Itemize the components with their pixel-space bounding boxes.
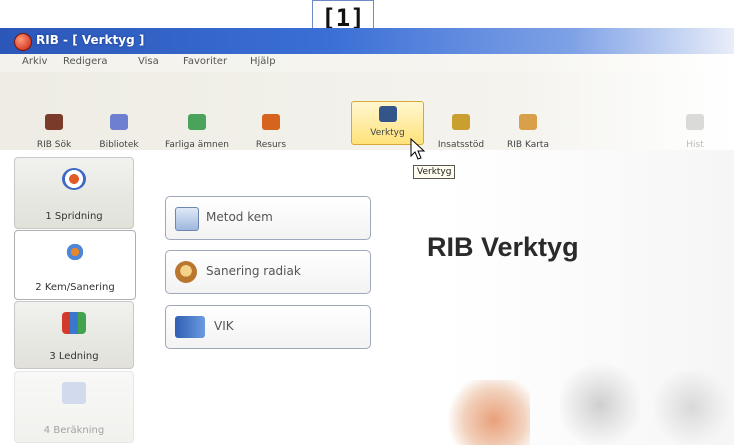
toolbar-insatsstod-button[interactable]: Insatsstöd (430, 80, 492, 150)
toolbar-resurs-button[interactable]: Resurs (246, 80, 296, 150)
decorative-illustration (560, 360, 640, 445)
book-library-icon (110, 114, 128, 130)
sidebar-tab-label: 4 Beräkning (43, 425, 105, 436)
toolbar-button-label: Insatsstöd (437, 140, 485, 150)
toolbar-rib-karta-button[interactable]: RIB Karta (500, 80, 556, 150)
people-command-icon (62, 312, 86, 334)
menu-redigera[interactable]: Redigera (63, 56, 108, 67)
calculator-icon (62, 382, 86, 404)
radiation-cleanup-icon (175, 261, 197, 283)
metod-kem-label: Metod kem (206, 210, 273, 224)
sanering-radiak-label: Sanering radiak (206, 264, 301, 278)
sidebar-tab-label: 3 Ledning (49, 351, 99, 362)
metod-kem-button[interactable]: Metod kem (165, 196, 371, 240)
molecule-icon (63, 241, 87, 263)
search-binoculars-icon (45, 114, 63, 130)
sidebar-tab-ledning[interactable]: 3 Ledning (14, 301, 134, 369)
toolbar-button-label: Hist (686, 140, 704, 150)
app-logo-icon (14, 33, 32, 51)
history-icon (686, 114, 704, 130)
toolbar-button-label: RIB Karta (507, 140, 549, 150)
decorative-illustration (440, 380, 530, 445)
menu-arkiv[interactable]: Arkiv (22, 56, 47, 67)
title-bar: RIB - [ Verktyg ] (0, 28, 734, 54)
sidebar-tab-spridning[interactable]: 1 Spridning (14, 157, 134, 229)
toolbar-tooltip: Verktyg (413, 165, 456, 179)
toolbar-rib-sok-button[interactable]: RIB Sök (28, 80, 80, 150)
toolbar-button-label: Bibliotek (99, 140, 139, 150)
sidebar-tab-label: 2 Kem/Sanering (35, 282, 115, 293)
toolbar-history-button[interactable]: Hist (670, 80, 720, 150)
toolbar-farliga-amnen-button[interactable]: Farliga ämnen (157, 80, 237, 150)
spread-target-icon (62, 168, 86, 190)
sidebar-tab-kem-sanering[interactable]: 2 Kem/Sanering (14, 230, 136, 300)
map-icon (519, 114, 537, 130)
tools-icon (378, 106, 397, 122)
vik-label: VIK (214, 319, 234, 333)
toolbar-bibliotek-button[interactable]: Bibliotek (90, 80, 148, 150)
document-method-icon (175, 207, 199, 231)
sidebar-tab-label: 1 Spridning (45, 211, 103, 222)
vik-icon (175, 316, 205, 338)
sidebar-tab-berakning[interactable]: 4 Beräkning (14, 371, 134, 443)
menu-hjalp[interactable]: Hjälp (250, 56, 276, 67)
menu-bar: Arkiv Redigera Visa Favoriter Hjälp (0, 54, 734, 72)
decorative-illustration (650, 370, 734, 445)
toolbar-button-label: Farliga ämnen (165, 140, 229, 150)
toolbar-button-label: Resurs (255, 140, 287, 150)
menu-visa[interactable]: Visa (138, 56, 159, 67)
sanering-radiak-button[interactable]: Sanering radiak (165, 250, 371, 294)
resource-icon (262, 114, 280, 130)
flask-icon (188, 114, 206, 130)
vik-button[interactable]: VIK (165, 305, 371, 349)
menu-favoriter[interactable]: Favoriter (183, 56, 227, 67)
page-heading: RIB Verktyg (427, 232, 579, 262)
mouse-pointer-icon (410, 138, 426, 160)
checklist-icon (452, 114, 470, 130)
toolbar-button-label: RIB Sök (36, 140, 72, 150)
window-title: RIB - [ Verktyg ] (36, 33, 145, 47)
app-window: [1] RIB - [ Verktyg ] Arkiv Redigera Vis… (0, 0, 734, 445)
toolbar-button-label: Verktyg (370, 128, 405, 138)
